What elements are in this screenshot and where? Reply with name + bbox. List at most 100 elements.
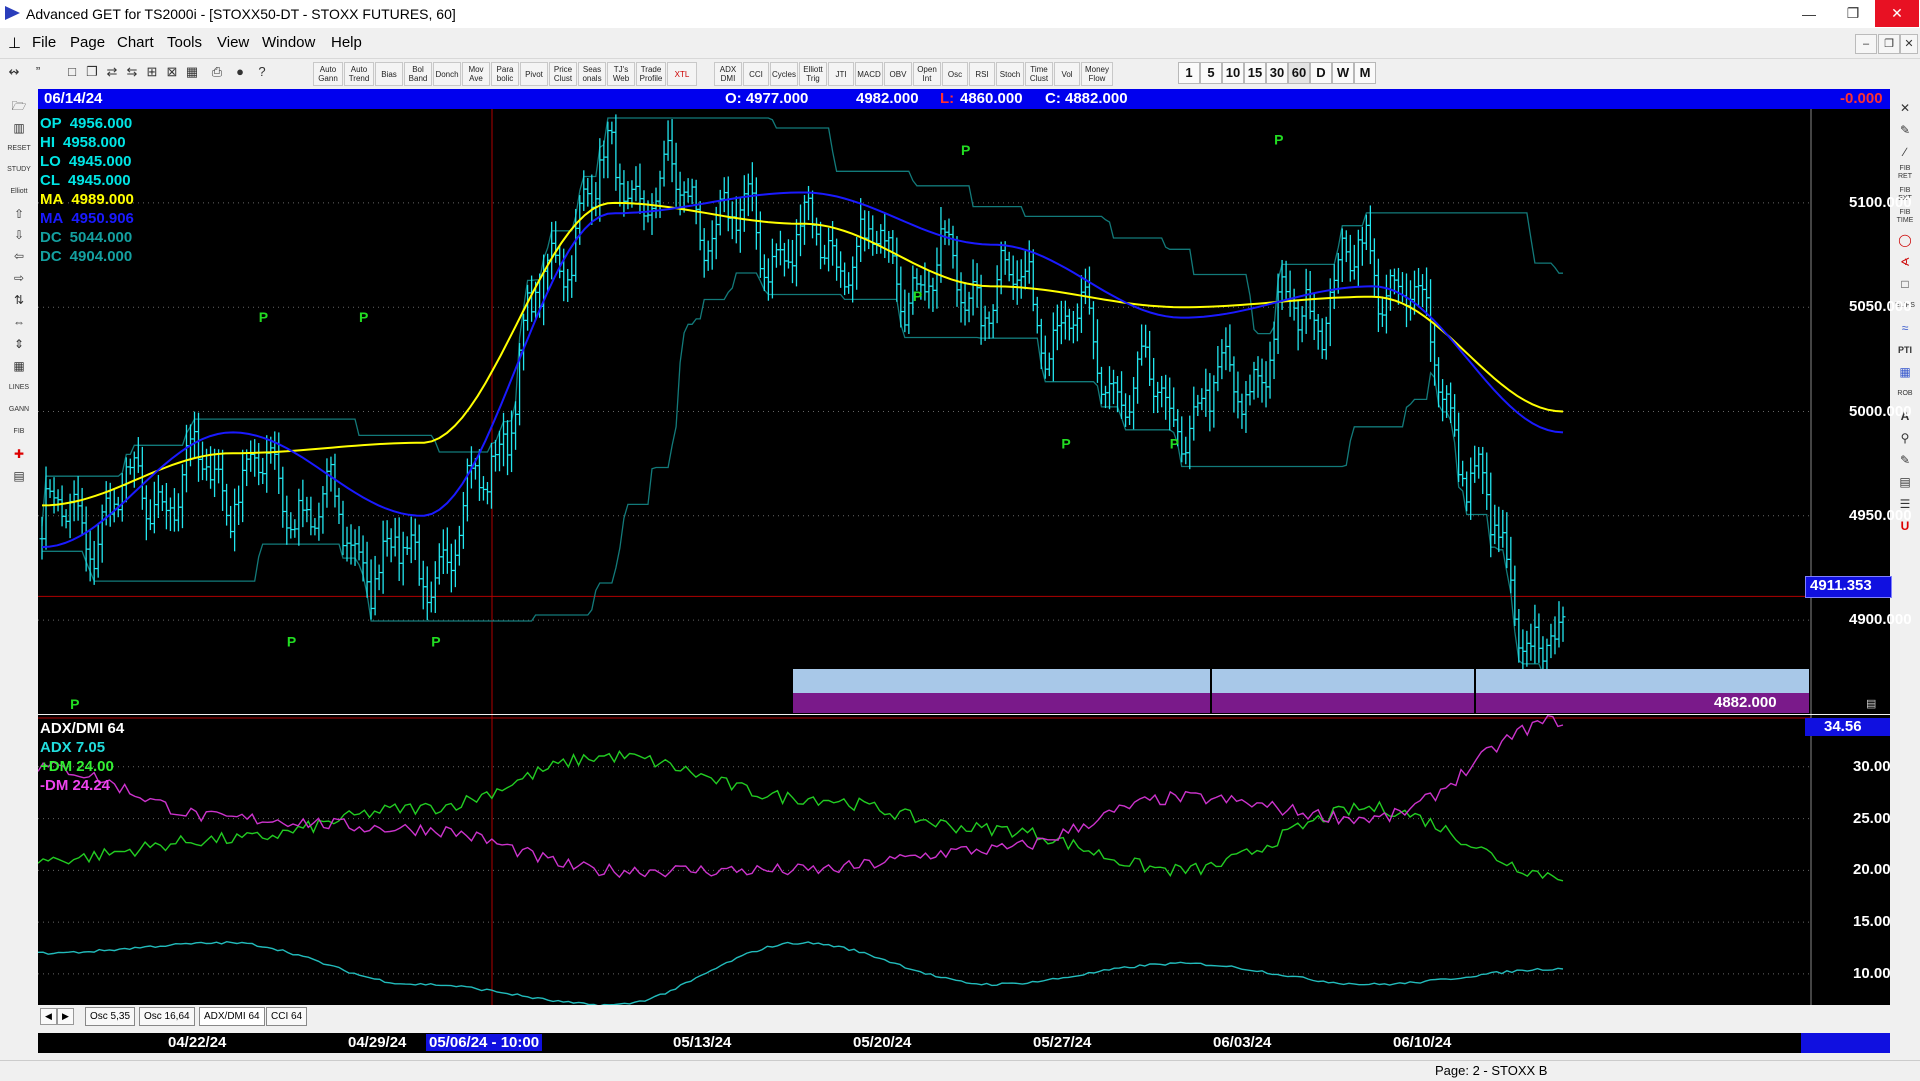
study-button[interactable]: Osc (942, 62, 968, 86)
study-button[interactable]: MACD (855, 62, 883, 86)
study-button[interactable]: Open Int (913, 62, 941, 86)
study-button[interactable]: Donch (433, 62, 461, 86)
layout-icon[interactable]: ▤ (7, 467, 31, 485)
elliott-icon[interactable]: Elliott (7, 183, 31, 201)
study-button[interactable]: Mov Ave (462, 62, 490, 86)
menu-page[interactable]: Page (70, 34, 105, 51)
erase-icon[interactable]: ⊠ (162, 62, 182, 82)
table-icon[interactable]: ▦ (7, 357, 31, 375)
study-button[interactable]: Pivot (520, 62, 548, 86)
crosshair-icon[interactable]: ✚ (7, 445, 31, 463)
lines-icon[interactable]: LINES (7, 379, 31, 397)
cancel-icon[interactable]: ✕ (1895, 99, 1915, 117)
study-button[interactable]: TJ's Web (607, 62, 635, 86)
new-icon[interactable]: □ (62, 62, 82, 82)
fan-icon[interactable]: ∢ (1895, 253, 1915, 271)
study-button[interactable]: Bol Band (404, 62, 432, 86)
menu-help[interactable]: Help (331, 34, 362, 51)
marker-icon[interactable]: ✎ (1895, 451, 1915, 469)
timeframe-button[interactable]: D (1310, 62, 1332, 84)
menu-window[interactable]: Window (262, 34, 315, 51)
timeframe-button[interactable]: 5 (1200, 62, 1222, 84)
restore-button[interactable]: ❐ (1831, 0, 1875, 27)
timeframe-button[interactable]: M (1354, 62, 1376, 84)
timeframe-button[interactable]: 15 (1244, 62, 1266, 84)
study-button[interactable]: Vol (1054, 62, 1080, 86)
menu-tools[interactable]: Tools (167, 34, 202, 51)
scroll-left-icon[interactable]: ⇄ (102, 62, 122, 82)
arrow-left-icon[interactable]: ⇦ (7, 247, 31, 265)
chart-corner-icon[interactable]: ▤ (1866, 697, 1876, 710)
arrow-down-icon[interactable]: ⇩ (7, 226, 31, 244)
study-button[interactable]: JTI (828, 62, 854, 86)
print-icon[interactable]: ⎙ (207, 62, 227, 82)
open-icon[interactable]: 🗁 (7, 97, 31, 115)
tab-scroll-left-icon[interactable]: ◀ (40, 1008, 57, 1025)
expand-icon[interactable]: ⇔ (7, 313, 31, 331)
timeframe-button[interactable]: 60 (1288, 62, 1310, 84)
study-button[interactable]: Para bolic (491, 62, 519, 86)
reset-icon[interactable]: RESET (7, 140, 31, 158)
fib-rob-icon[interactable]: ROB (1895, 385, 1915, 403)
lightbulb-icon[interactable]: ● (230, 62, 250, 82)
mdi-minimize-button[interactable]: – (1855, 34, 1877, 54)
menu-view[interactable]: View (217, 34, 249, 51)
tab-adx-dmi-64[interactable]: ADX/DMI 64 (199, 1007, 265, 1026)
gann-icon[interactable]: GANN (7, 401, 31, 419)
fib-time-icon[interactable]: FIB TIME (1895, 209, 1915, 227)
timeframe-button[interactable]: 30 (1266, 62, 1288, 84)
copy-icon[interactable]: ❐ (82, 62, 102, 82)
study-button[interactable]: CCI (743, 62, 769, 86)
tab-cci-64[interactable]: CCI 64 (266, 1007, 308, 1026)
ohlc-icon[interactable]: ▥ (7, 119, 31, 137)
minimize-button[interactable]: — (1787, 0, 1831, 27)
tab-scroll-right-icon[interactable]: ▶ (57, 1008, 74, 1025)
quote-icon[interactable]: ” (28, 62, 48, 82)
study-button[interactable]: Trade Profile (636, 62, 666, 86)
calendar-icon[interactable]: ▤ (1895, 473, 1915, 491)
timeframe-button[interactable]: 10 (1222, 62, 1244, 84)
compress-icon[interactable]: ⇕ (7, 335, 31, 353)
mdi-restore-button[interactable]: ❐ (1878, 34, 1900, 54)
help-icon[interactable]: ? (252, 62, 272, 82)
tab-osc-5-35[interactable]: Osc 5,35 (85, 1007, 136, 1026)
arrow-up-icon[interactable]: ⇧ (7, 205, 31, 223)
study-button[interactable]: Bias (375, 62, 403, 86)
grid-tool-icon[interactable]: ▦ (1895, 363, 1915, 381)
timeframe-button[interactable]: 1 (1178, 62, 1200, 84)
study-button[interactable]: Stoch (996, 62, 1024, 86)
study-button[interactable]: Money Flow (1081, 62, 1113, 86)
oscillator-panel[interactable]: ADX/DMI 64 ADX 7.05 +DM 24.00 -DM 24.24 … (38, 715, 1891, 1005)
study-button[interactable]: OBV (884, 62, 912, 86)
timeframe-button[interactable]: W (1332, 62, 1354, 84)
menu-chart[interactable]: Chart (117, 34, 154, 51)
study-button[interactable]: Cycles (770, 62, 798, 86)
study-button[interactable]: Auto Trend (344, 62, 374, 86)
pencil-icon[interactable]: ✎ (1895, 121, 1915, 139)
mdi-icon[interactable]: ⊥ (8, 34, 21, 52)
grid-icon[interactable]: ▦ (182, 62, 202, 82)
scroll-right-icon[interactable]: ⇆ (122, 62, 142, 82)
arrow-right-icon[interactable]: ⇨ (7, 269, 31, 287)
study-button[interactable]: Price Clust (549, 62, 577, 86)
study-button[interactable]: RSI (969, 62, 995, 86)
menu-file[interactable]: File (32, 34, 56, 51)
study-button[interactable]: Seas onals (578, 62, 606, 86)
mdi-close-button[interactable]: ✕ (1900, 34, 1918, 54)
study-icon[interactable]: STUDY (7, 161, 31, 179)
trendline-icon[interactable]: ∕ (1895, 143, 1915, 161)
study-button[interactable]: Auto Gann (313, 62, 343, 86)
price-chart[interactable]: P P P P P P P P P P OP 4956.000 HI 4958.000 LO 4945.00… (38, 109, 1912, 714)
study-button[interactable]: ADX DMI (714, 62, 742, 86)
study-button[interactable]: XTL (667, 62, 697, 86)
study-button[interactable]: Time Clust (1025, 62, 1053, 86)
study-button[interactable]: Elliott Trig (799, 62, 827, 86)
pti-icon[interactable]: PTI (1895, 341, 1915, 359)
magnify-icon[interactable]: ⚲ (1895, 429, 1915, 447)
box-icon[interactable]: □ (1895, 275, 1915, 293)
close-button[interactable]: ✕ (1875, 0, 1919, 27)
channel-icon[interactable]: ≈ (1895, 319, 1915, 337)
cursor-icon[interactable]: ↭ (4, 62, 24, 82)
fib-icon[interactable]: FIB (7, 423, 31, 441)
spiral-icon[interactable]: ◯ (1895, 231, 1915, 249)
